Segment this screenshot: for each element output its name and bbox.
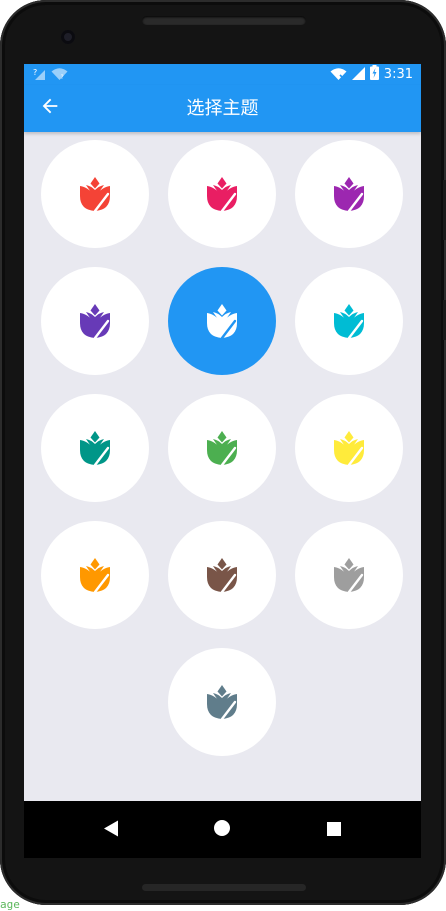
earpiece-speaker bbox=[142, 16, 306, 25]
theme-option-teal[interactable] bbox=[41, 394, 149, 502]
svg-text:?: ? bbox=[33, 68, 37, 77]
phone-frame: ? ? 3:31 选择主题 bbox=[0, 0, 446, 905]
battery-charging-icon bbox=[369, 65, 379, 84]
bottom-speaker bbox=[142, 884, 306, 891]
nav-back-button[interactable] bbox=[96, 815, 126, 845]
theme-option-brown[interactable] bbox=[168, 521, 276, 629]
theme-option-blue[interactable] bbox=[168, 267, 276, 375]
signal-unknown-icon: ? bbox=[33, 65, 47, 84]
theme-option-deep-purple[interactable] bbox=[41, 267, 149, 375]
app-bar: 选择主题 bbox=[24, 85, 421, 132]
theme-option-orange[interactable] bbox=[41, 521, 149, 629]
theme-grid bbox=[24, 132, 421, 802]
tulip-icon bbox=[202, 174, 242, 214]
tulip-icon bbox=[75, 174, 115, 214]
theme-option-yellow[interactable] bbox=[295, 394, 403, 502]
recents-square-icon bbox=[327, 821, 341, 840]
tulip-icon bbox=[329, 174, 369, 214]
cell-signal-icon bbox=[351, 65, 365, 84]
theme-option-red[interactable] bbox=[41, 140, 149, 248]
front-camera bbox=[61, 30, 75, 44]
tulip-icon bbox=[329, 428, 369, 468]
tulip-icon bbox=[202, 555, 242, 595]
back-triangle-icon bbox=[103, 820, 119, 841]
navigation-bar bbox=[24, 801, 421, 858]
nav-recents-button[interactable] bbox=[319, 815, 349, 845]
wifi-off-icon bbox=[330, 65, 347, 84]
theme-option-pink[interactable] bbox=[168, 140, 276, 248]
tulip-icon bbox=[202, 682, 242, 722]
tulip-icon bbox=[75, 301, 115, 341]
wifi-unknown-icon: ? bbox=[51, 65, 68, 84]
watermark-text: age bbox=[0, 898, 20, 911]
nav-home-button[interactable] bbox=[207, 815, 237, 845]
theme-option-green[interactable] bbox=[168, 394, 276, 502]
tulip-icon bbox=[75, 428, 115, 468]
theme-option-blue-grey[interactable] bbox=[168, 648, 276, 756]
page-title: 选择主题 bbox=[186, 98, 259, 119]
tulip-icon bbox=[202, 428, 242, 468]
status-time: 3:31 bbox=[383, 67, 413, 82]
tulip-icon bbox=[329, 555, 369, 595]
theme-option-cyan[interactable] bbox=[295, 267, 403, 375]
tulip-icon bbox=[329, 301, 369, 341]
theme-option-purple[interactable] bbox=[295, 140, 403, 248]
svg-text:?: ? bbox=[61, 74, 64, 80]
theme-option-grey[interactable] bbox=[295, 521, 403, 629]
screen: ? ? 3:31 选择主题 bbox=[24, 64, 421, 858]
tulip-icon bbox=[75, 555, 115, 595]
home-circle-icon bbox=[214, 820, 230, 840]
tulip-icon bbox=[202, 301, 242, 341]
status-bar: ? ? 3:31 bbox=[24, 64, 421, 85]
